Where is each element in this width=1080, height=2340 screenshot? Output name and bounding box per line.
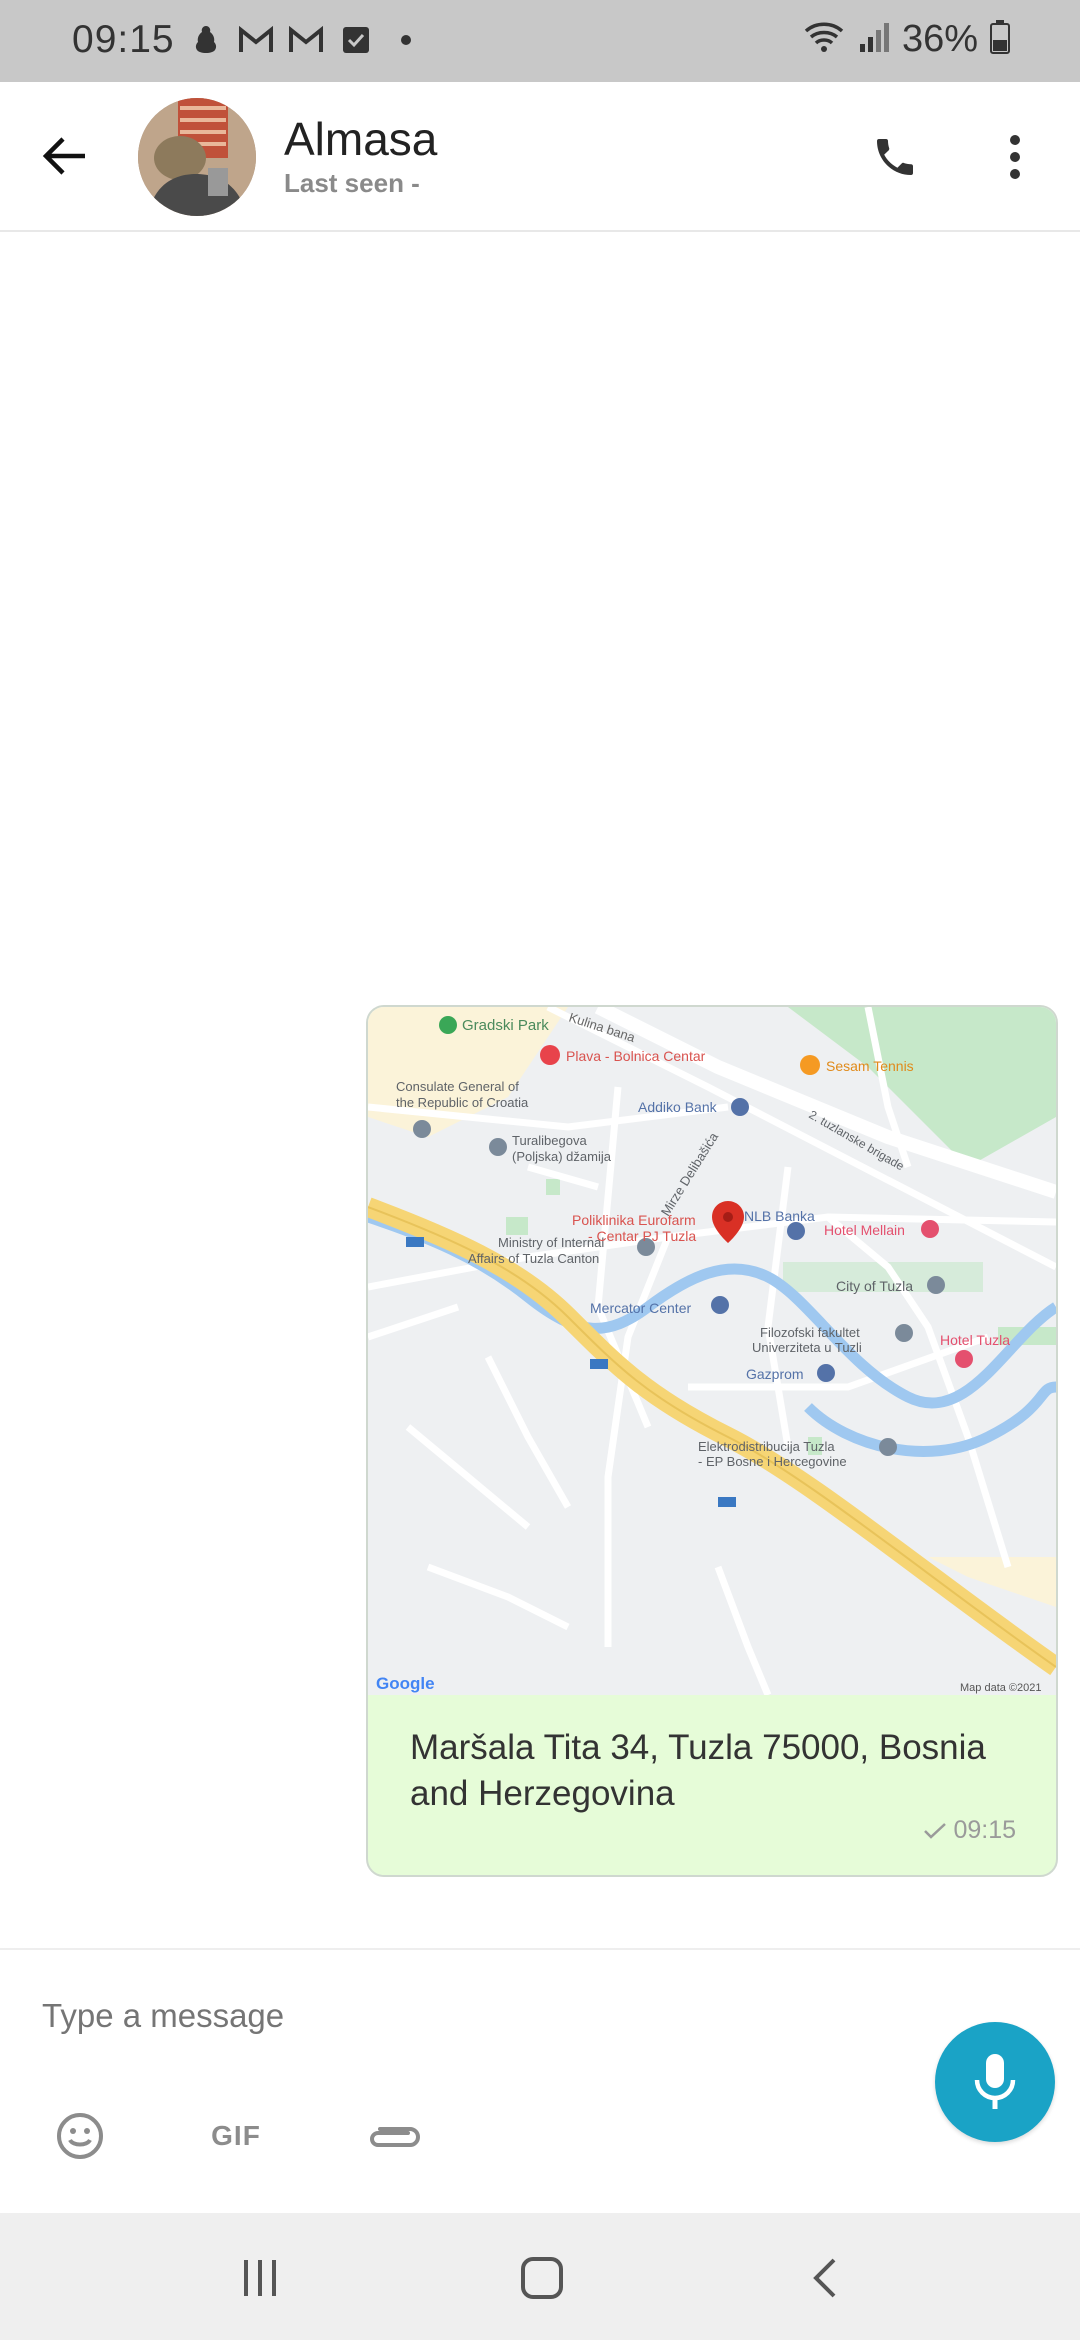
paperclip-icon [370,2127,420,2147]
emoji-icon [57,2113,103,2159]
map-label-sesam: Sesam Tennis [826,1058,914,1074]
status-right: 36% [802,18,1010,61]
dot-icon [388,22,424,58]
composer-divider [0,1948,1080,1950]
location-message[interactable]: Gradski Park Kulina bana Plava - Bolnica… [366,1005,1058,1877]
message-input[interactable] [40,1990,884,2042]
battery-percent: 36% [901,18,978,60]
status-time: 09:15 [72,18,175,61]
map-label-hotel-tuzla: Hotel Tuzla [940,1332,1010,1348]
gmail-icon [238,22,274,58]
microphone-icon [974,2054,1016,2109]
arrow-left-icon [42,137,85,175]
more-options-button[interactable] [990,126,1040,188]
voice-record-button[interactable] [935,2022,1055,2142]
gif-button[interactable]: GIF [206,2108,266,2164]
map-label-gradski-park: Gradski Park [462,1017,549,1034]
signal-icon [858,20,890,59]
back-button[interactable] [34,126,94,186]
map-label-plava: Plava - Bolnica Centar [566,1048,706,1064]
gmail-icon [288,22,324,58]
call-button[interactable] [864,126,926,188]
emoji-button[interactable] [52,2108,108,2164]
recent-apps-button[interactable] [230,2253,290,2303]
battery-icon [990,20,1010,59]
home-button[interactable] [512,2253,572,2303]
map-label-elektro: Elektrodistribucija Tuzla - EP Bosne i H… [698,1439,847,1469]
map-label-nlb: NLB Banka [744,1208,815,1224]
chat-header: Almasa Last seen - [0,82,1080,232]
avatar[interactable] [138,98,256,216]
map-preview[interactable]: Gradski Park Kulina bana Plava - Bolnica… [368,1007,1056,1695]
map-label-addiko: Addiko Bank [638,1099,718,1115]
attach-button[interactable] [364,2108,424,2164]
system-back-button[interactable] [795,2253,855,2303]
map-label-city: City of Tuzla [836,1278,913,1294]
map-label-mellain: Hotel Mellain [824,1222,905,1238]
status-bar: 09:15 36% [0,0,1080,82]
notification-icons [188,22,424,58]
chevron-left-icon [813,2258,836,2298]
location-address: Maršala Tita 34, Tuzla 75000, Bosnia and… [410,1728,986,1813]
checkbox-icon [338,22,374,58]
check-icon [924,1822,947,1839]
map-label-mercator: Mercator Center [590,1300,691,1316]
phone-icon [877,139,913,175]
recents-icon [244,2260,276,2296]
map-label-consulate: Consulate General of the Republic of Cro… [396,1079,529,1110]
last-seen: Last seen - [284,168,420,198]
contact-name[interactable]: Almasa [284,112,437,166]
message-time: 09:15 [953,1816,1016,1844]
home-icon [521,2257,563,2299]
google-logo: Google [376,1674,435,1693]
wifi-icon [802,19,846,60]
system-nav-bar [0,2213,1080,2340]
svg-text:Poliklinika Eurofarm: Poliklinika Eurofarm - Centar PJ Tuzla [572,1212,700,1244]
message-meta: 09:15 [923,1816,1016,1845]
map-label-gazprom: Gazprom [746,1366,804,1382]
map-data-attribution: Map data ©2021 [960,1682,1042,1694]
notification-icon [188,22,224,58]
map-label-filozofski: Filozofski fakultet Univerziteta u Tuzli [752,1325,863,1355]
more-vert-icon [1010,135,1020,179]
